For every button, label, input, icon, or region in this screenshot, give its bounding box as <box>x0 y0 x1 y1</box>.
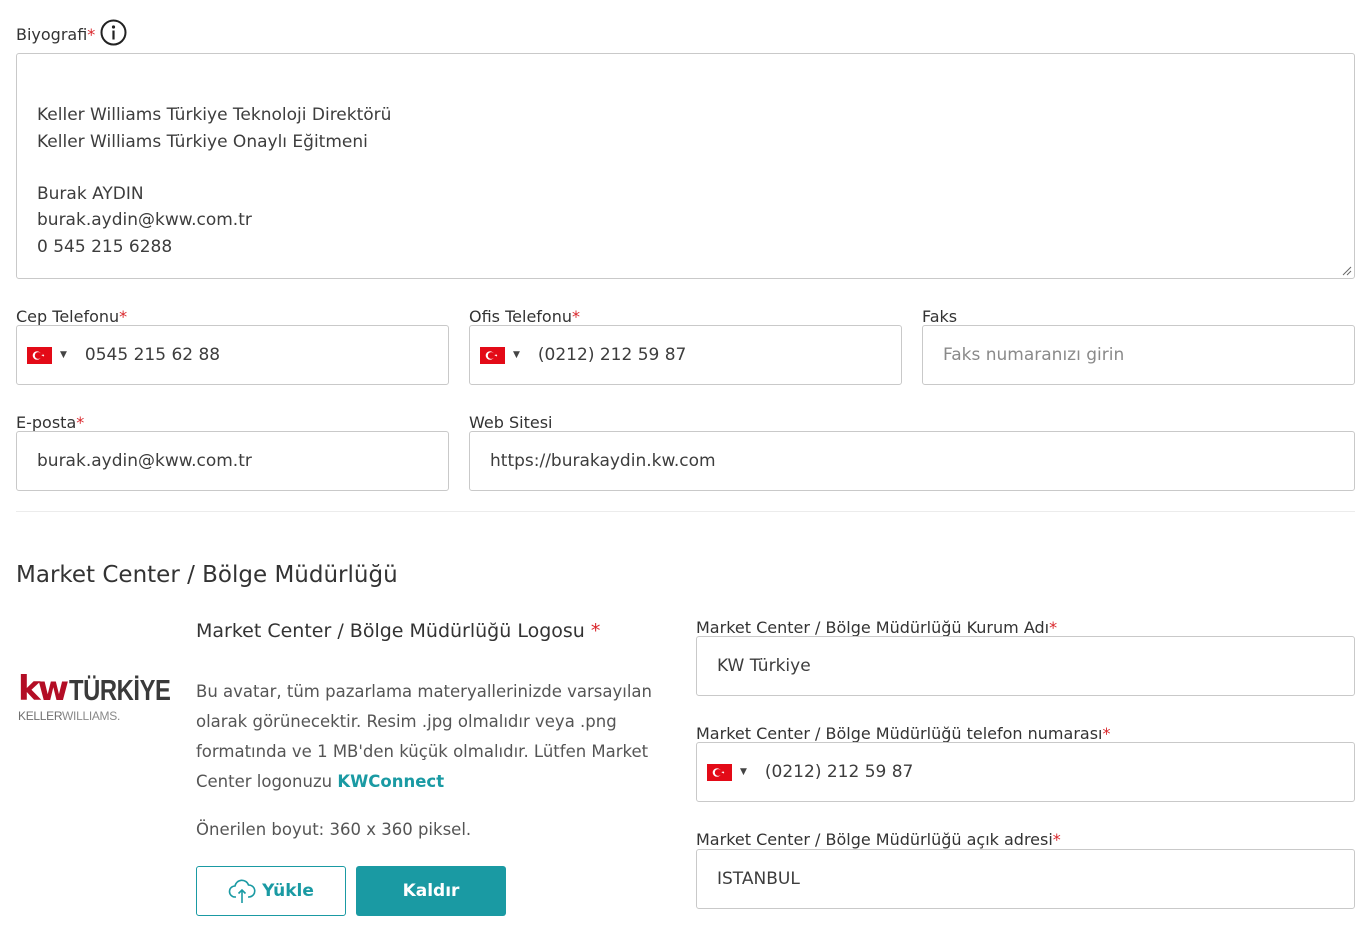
turkey-flag-icon[interactable] <box>27 346 52 364</box>
chevron-down-icon[interactable]: ▼ <box>740 767 747 777</box>
email-input[interactable]: burak.aydin@kww.com.tr <box>16 431 449 491</box>
office-label: Ofis Telefonu* <box>469 307 580 326</box>
org-name-value: KW Türkiye <box>717 656 811 676</box>
upload-button-label: Yükle <box>262 881 314 901</box>
fax-placeholder: Faks numaranızı girin <box>943 345 1125 365</box>
turkey-flag-icon[interactable] <box>707 763 732 781</box>
address-input[interactable]: ISTANBUL <box>696 849 1355 909</box>
office-phone-value: (0212) 212 59 87 <box>537 345 687 365</box>
bio-label: Biyografi* <box>16 25 96 44</box>
bio-text: Keller Williams Türkiye Teknoloji Direkt… <box>37 105 392 257</box>
mobile-phone-value: 0545 215 62 88 <box>84 345 221 365</box>
remove-button[interactable]: Kaldır <box>356 866 506 916</box>
logo-kw-text: kw <box>18 669 69 709</box>
kwconnect-link[interactable]: KWConnect <box>337 772 444 791</box>
logo-subtext: KELLERWILLIAMS. <box>18 709 120 723</box>
email-label: E-posta* <box>16 413 85 432</box>
logo-heading: Market Center / Bölge Müdürlüğü Logosu * <box>196 620 601 642</box>
logo-description: Bu avatar, tüm pazarlama materyalleriniz… <box>196 682 652 791</box>
mc-phone-label: Market Center / Bölge Müdürlüğü telefon … <box>696 724 1111 743</box>
website-label: Web Sitesi <box>469 413 553 432</box>
info-icon[interactable] <box>100 19 127 46</box>
website-input[interactable]: https://burakaydin.kw.com <box>469 431 1355 491</box>
cloud-upload-icon <box>228 879 256 903</box>
size-note: Önerilen boyut: 360 x 360 piksel. <box>196 820 472 839</box>
address-value: ISTANBUL <box>717 869 800 889</box>
section-title: Market Center / Bölge Müdürlüğü <box>16 562 398 588</box>
fax-label: Faks <box>922 307 958 326</box>
fax-input[interactable]: Faks numaranızı girin <box>922 325 1355 385</box>
office-phone-field[interactable]: ▼ (0212) 212 59 87 <box>469 325 902 385</box>
upload-button[interactable]: Yükle <box>196 866 346 916</box>
website-value: https://burakaydin.kw.com <box>490 451 716 471</box>
chevron-down-icon[interactable]: ▼ <box>60 350 67 360</box>
org-name-input[interactable]: KW Türkiye <box>696 636 1355 696</box>
mc-phone-field[interactable]: ▼ (0212) 212 59 87 <box>696 742 1355 802</box>
chevron-down-icon[interactable]: ▼ <box>513 350 520 360</box>
mobile-phone-field[interactable]: ▼ 0545 215 62 88 <box>16 325 449 385</box>
section-divider <box>16 511 1355 512</box>
email-value: burak.aydin@kww.com.tr <box>37 451 252 471</box>
org-name-label: Market Center / Bölge Müdürlüğü Kurum Ad… <box>696 618 1058 637</box>
bio-textarea[interactable]: Keller Williams Türkiye Teknoloji Direkt… <box>16 53 1355 279</box>
mc-phone-value: (0212) 212 59 87 <box>764 762 914 782</box>
resize-handle-icon[interactable] <box>1342 266 1352 276</box>
address-label: Market Center / Bölge Müdürlüğü açık adr… <box>696 830 1061 849</box>
turkey-flag-icon[interactable] <box>480 346 505 364</box>
logo-brand-text: TÜRKİYE <box>69 675 171 707</box>
mobile-label: Cep Telefonu* <box>16 307 128 326</box>
market-center-logo: kw TÜRKİYE KELLERWILLIAMS. <box>18 669 171 724</box>
